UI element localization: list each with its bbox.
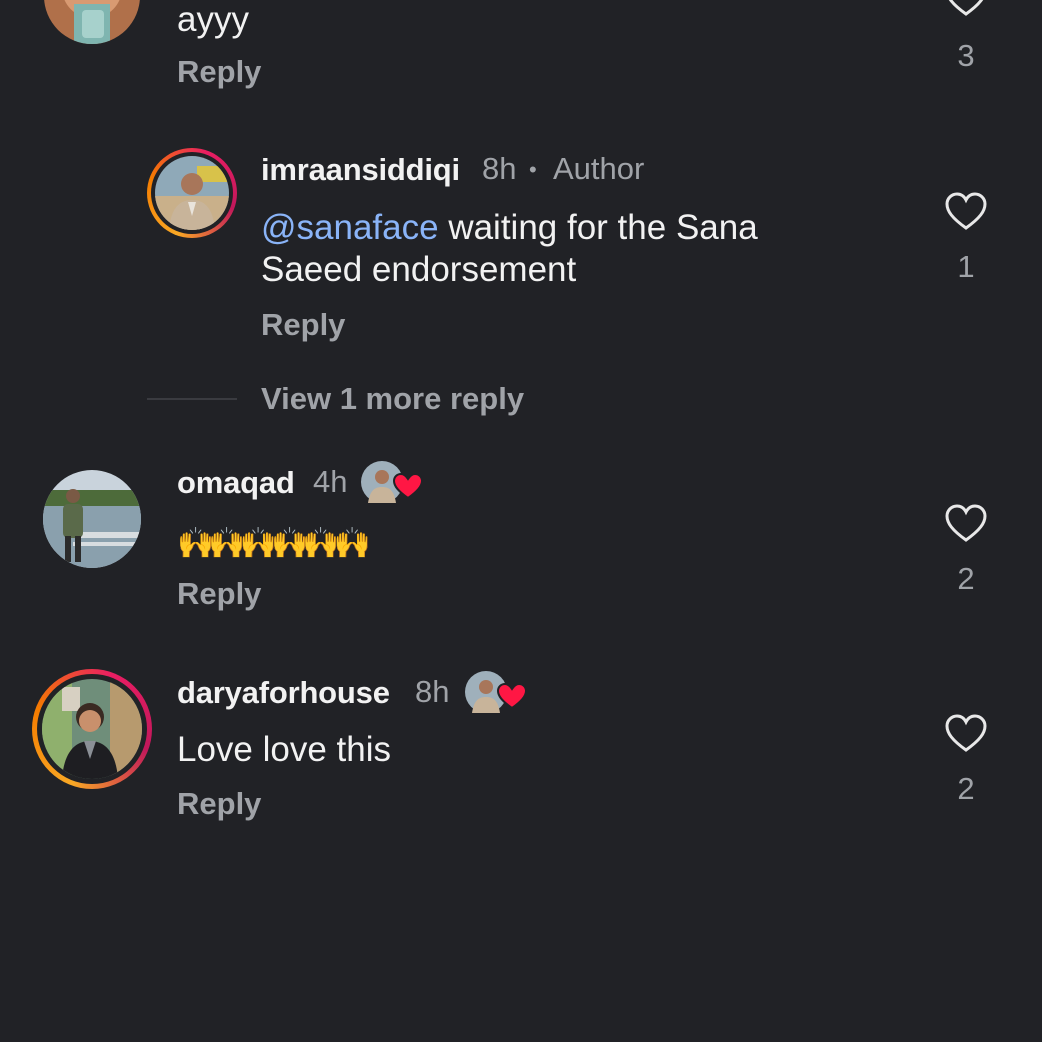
heart-outline-icon[interactable] [944,714,988,754]
like-count: 2 [957,561,975,596]
user-avatar[interactable] [43,470,141,568]
comments-panel: ayyy Reply 3 imraansiddiqi 8h • Author @… [0,0,1042,1042]
replies-divider [147,398,237,400]
comment-username[interactable]: daryaforhouse [177,675,390,711]
user-avatar[interactable] [155,156,229,230]
like-count: 1 [957,249,975,284]
reply-button[interactable]: Reply [261,307,345,343]
reply-button[interactable]: Reply [177,786,261,822]
comment-time: 8h [482,151,517,186]
comment-time: 4h [313,464,348,499]
reply-button[interactable]: Reply [177,576,261,612]
comment-time: 8h [415,674,450,709]
heart-outline-icon[interactable] [944,504,988,544]
heart-outline-icon[interactable] [944,192,988,232]
like-count: 3 [957,38,975,73]
comment-text: Love love this [177,730,392,769]
mention-link[interactable]: @sanaface [261,208,439,247]
user-avatar[interactable] [44,0,140,44]
like-count: 2 [957,771,975,806]
author-badge: Author [553,151,645,186]
comment-username[interactable]: imraansiddiqi [261,152,460,188]
separator-dot: • [529,157,537,182]
comment-text-line2: Saeed endorsement [261,250,577,289]
author-liked-heart-icon [361,461,424,503]
comment-text: 🙌🙌🙌🙌🙌🙌 [177,527,371,560]
comment-text-part: waiting for the Sana [438,208,758,247]
reply-button[interactable]: Reply [177,54,261,90]
comment-text: @sanaface waiting for the Sana [261,207,758,249]
comment-username[interactable]: omaqad [177,465,295,501]
author-liked-heart-icon [465,671,528,713]
view-more-replies-button[interactable]: View 1 more reply [261,381,524,417]
heart-outline-icon[interactable] [944,0,988,18]
comment-text: ayyy [177,0,249,39]
user-avatar[interactable] [42,679,142,779]
